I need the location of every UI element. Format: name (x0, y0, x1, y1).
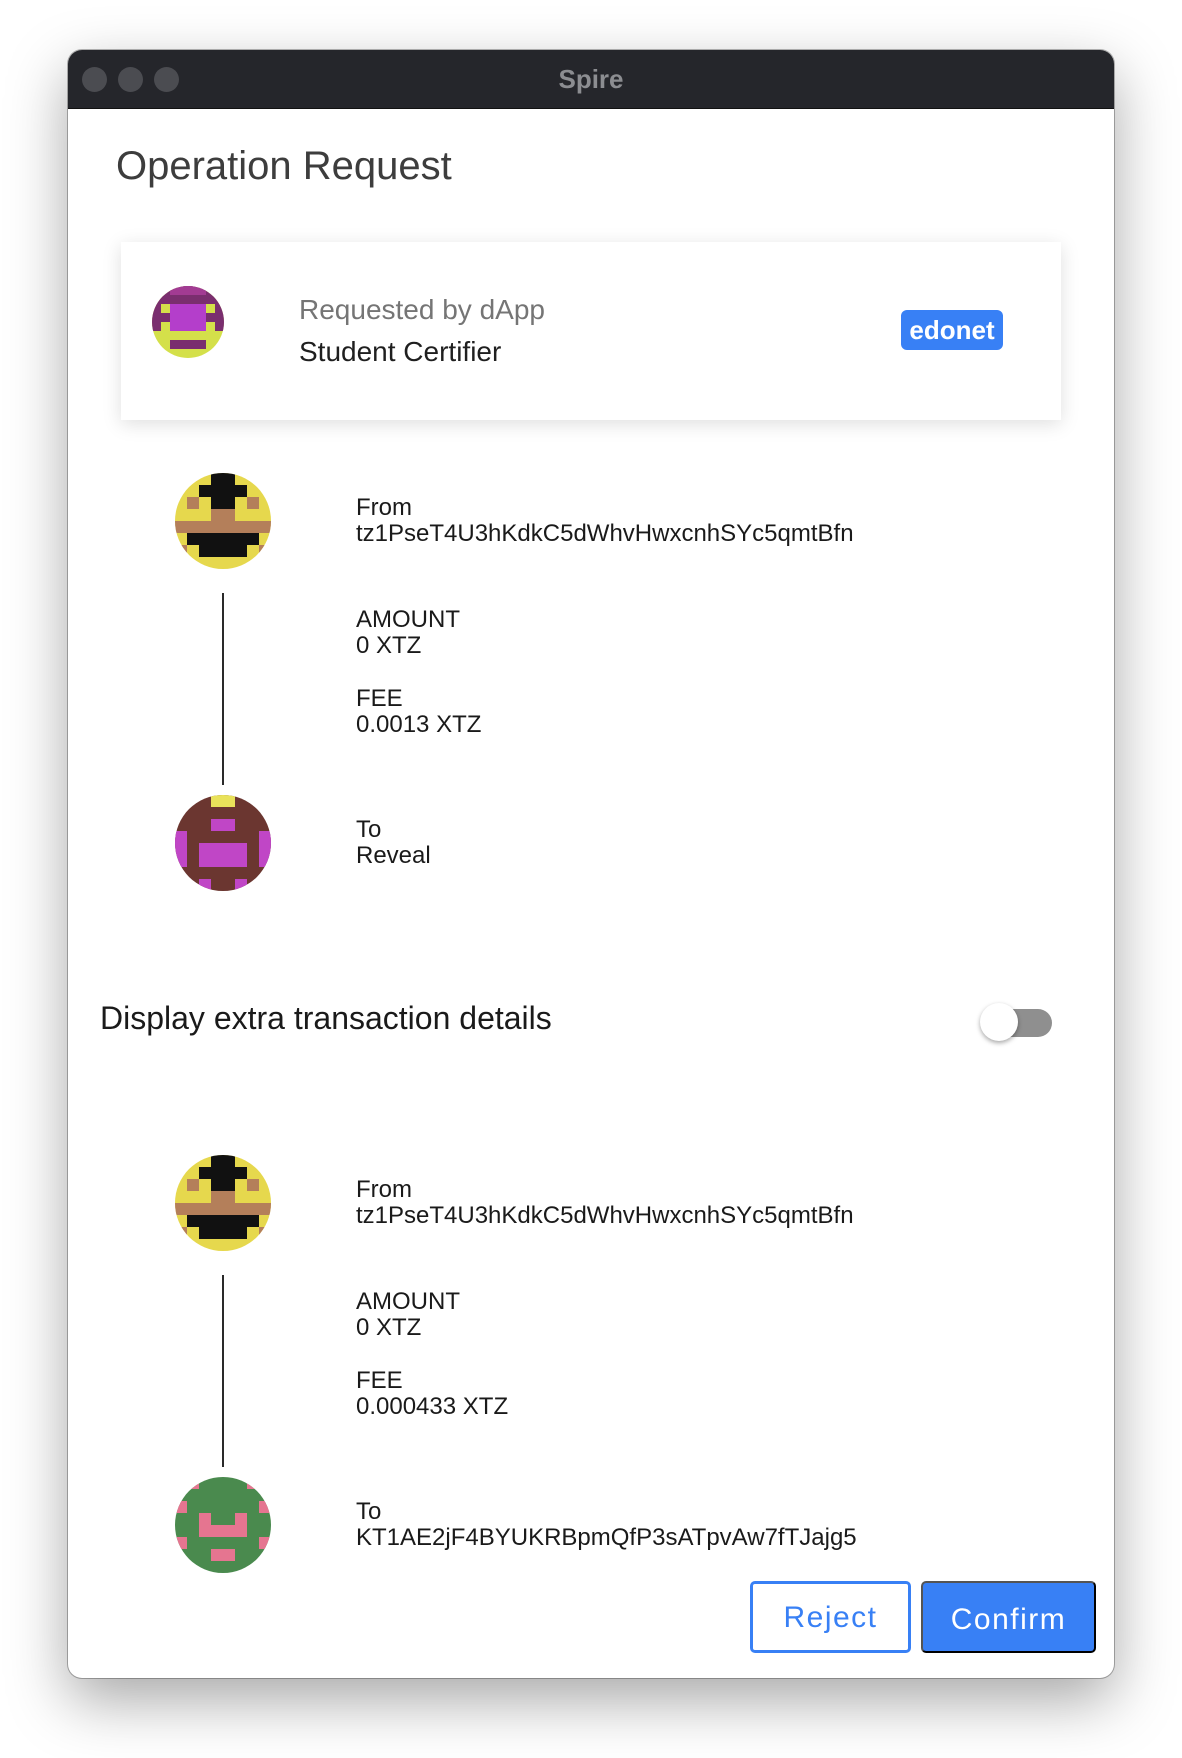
dapp-requested-by-label: Requested by dApp (299, 294, 545, 325)
flow-connector (222, 593, 224, 785)
to-address: KT1AE2jF4BYUKRBpmQfP3sATpvAw7fTJajg5 (356, 1524, 857, 1551)
dapp-identicon-icon (152, 286, 224, 358)
from-identicon-icon (175, 1155, 271, 1251)
flow-connector (222, 1275, 224, 1467)
amount-value: 0 XTZ (356, 1314, 422, 1341)
extra-details-toggle[interactable] (980, 1002, 1054, 1042)
from-address: tz1PseT4U3hKdkC5dWhvHwxcnhSYc5qmtBfn (356, 520, 854, 547)
to-value: Reveal (356, 842, 431, 869)
fee-value: 0.000433 XTZ (356, 1393, 509, 1420)
dapp-card: Requested by dApp Student Certifier edon… (121, 242, 1061, 420)
to-label: To (356, 816, 382, 843)
from-address: tz1PseT4U3hKdkC5dWhvHwxcnhSYc5qmtBfn (356, 1202, 854, 1229)
fee-label: FEE (356, 685, 403, 712)
from-label: From (356, 494, 412, 521)
fee-label: FEE (356, 1367, 403, 1394)
to-identicon-icon (175, 1477, 271, 1573)
amount-label: AMOUNT (356, 606, 460, 633)
to-identicon-icon (175, 795, 271, 891)
confirm-button[interactable]: Confirm (921, 1581, 1096, 1653)
amount-label: AMOUNT (356, 1288, 460, 1315)
from-identicon-icon (175, 473, 271, 569)
extra-details-label: Display extra transaction details (100, 1000, 552, 1036)
operation-2: From tz1PseT4U3hKdkC5dWhvHwxcnhSYc5qmtBf… (68, 1107, 1114, 1587)
app-window: Spire Operation Request Requested by dAp… (68, 50, 1114, 1678)
from-label: From (356, 1176, 412, 1203)
to-label: To (356, 1498, 382, 1525)
amount-value: 0 XTZ (356, 632, 422, 659)
fee-value: 0.0013 XTZ (356, 711, 482, 738)
dapp-name: Student Certifier (299, 336, 502, 367)
title-bar: Spire (68, 50, 1114, 109)
window-title: Spire (558, 64, 624, 94)
operation-1: From tz1PseT4U3hKdkC5dWhvHwxcnhSYc5qmtBf… (68, 425, 1114, 905)
network-badge: edonet (901, 310, 1003, 350)
reject-button[interactable]: Reject (750, 1581, 911, 1653)
page-title: Operation Request (116, 144, 452, 188)
toggle-knob (980, 1003, 1018, 1041)
